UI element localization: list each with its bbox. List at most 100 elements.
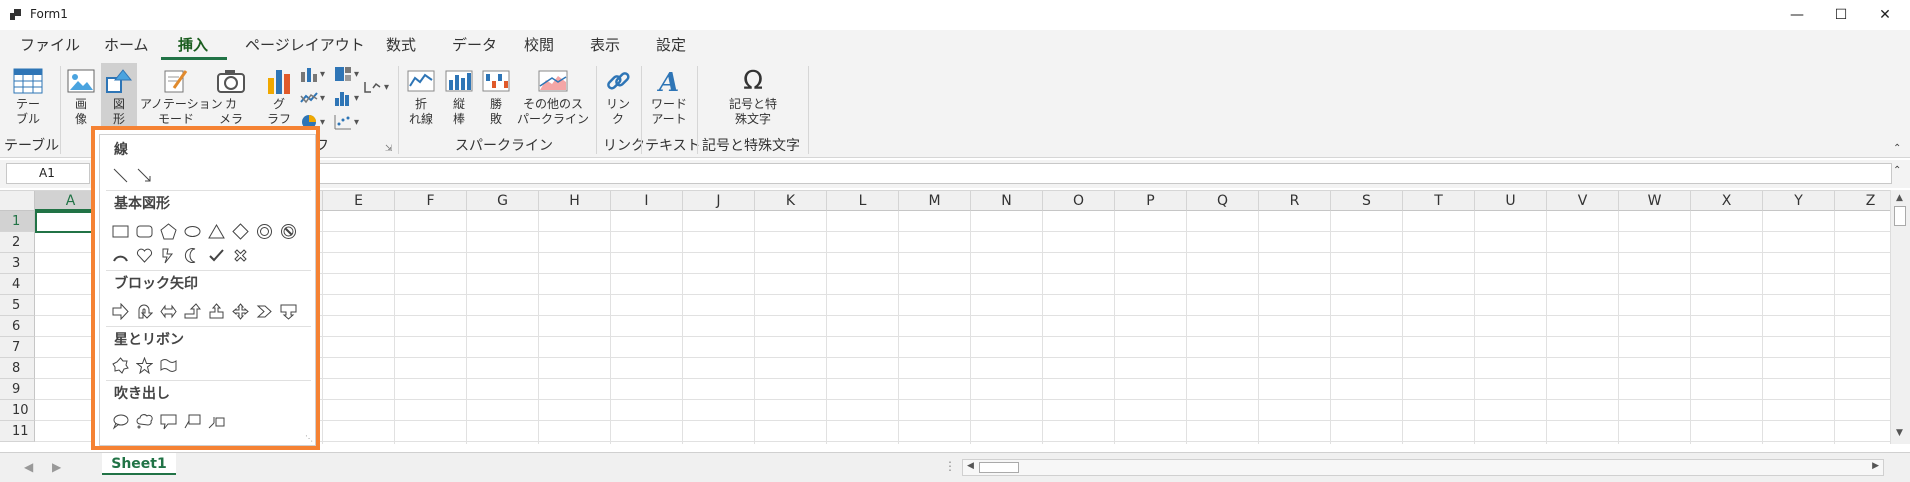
arrow-line-shape-icon[interactable] xyxy=(136,167,153,184)
row-header-8[interactable]: 8 xyxy=(0,358,35,379)
symbol-button[interactable]: Ω 記号と特 殊文字 xyxy=(724,68,782,127)
cloud-callout-shape-icon[interactable] xyxy=(136,413,153,430)
tab-formulas[interactable]: 数式 xyxy=(386,34,416,58)
formula-input[interactable] xyxy=(96,163,1892,184)
quad-arrow-shape-icon[interactable] xyxy=(232,303,249,320)
column-header-f[interactable]: F xyxy=(395,191,467,211)
column-header-g[interactable]: G xyxy=(467,191,539,211)
minimize-button[interactable]: — xyxy=(1774,0,1820,30)
column-chart-dropdown[interactable]: ▾ xyxy=(300,66,325,82)
tab-home[interactable]: ホーム xyxy=(104,34,149,58)
sparkline-line-button[interactable]: 折 れ線 xyxy=(404,68,438,127)
rounded-rectangle-shape-icon[interactable] xyxy=(136,223,153,240)
row-header-7[interactable]: 7 xyxy=(0,337,35,358)
rectangle-callout-shape-icon[interactable] xyxy=(160,413,177,430)
wave-shape-icon[interactable] xyxy=(160,357,177,374)
column-header-n[interactable]: N xyxy=(971,191,1043,211)
scroll-right-icon[interactable]: ▶ xyxy=(1872,461,1879,471)
scroll-down-icon[interactable]: ▼ xyxy=(1896,428,1903,438)
no-symbol-shape-icon[interactable] xyxy=(280,223,297,240)
vertical-scrollbar[interactable]: ▲ ▼ xyxy=(1890,190,1910,444)
row-header-4[interactable]: 4 xyxy=(0,274,35,295)
bent-up-arrow-shape-icon[interactable] xyxy=(184,303,201,320)
column-header-j[interactable]: J xyxy=(683,191,755,211)
select-all-corner[interactable] xyxy=(0,191,35,211)
camera-button[interactable]: カ メラ xyxy=(214,68,248,127)
sparkline-winloss-button[interactable]: 勝 敗 xyxy=(480,68,512,127)
sparkline-column-button[interactable]: 縦 棒 xyxy=(443,68,475,127)
close-button[interactable]: ✕ xyxy=(1862,0,1908,30)
expand-formula-icon[interactable]: ⌃ xyxy=(1893,165,1901,176)
star-shape-icon[interactable] xyxy=(136,357,153,374)
column-header-z[interactable]: Z xyxy=(1835,191,1890,211)
annotation-button[interactable]: アノテーション モード xyxy=(140,68,223,127)
line-chart-dropdown[interactable]: ▾ xyxy=(300,90,325,106)
name-box[interactable]: A1 xyxy=(6,163,90,184)
row-header-3[interactable]: 3 xyxy=(0,253,35,274)
chevron-shape-icon[interactable] xyxy=(256,303,273,320)
bent-line-callout-shape-icon[interactable] xyxy=(208,413,225,430)
scatter-chart-dropdown[interactable]: ▾ xyxy=(334,114,359,130)
column-header-o[interactable]: O xyxy=(1043,191,1115,211)
column-header-h[interactable]: H xyxy=(539,191,611,211)
ellipse-shape-icon[interactable] xyxy=(184,223,201,240)
seal-shape-icon[interactable] xyxy=(112,357,129,374)
sparkline-other-button[interactable]: その他のス パークライン xyxy=(517,68,589,127)
sheet-tab-sheet1[interactable]: Sheet1 xyxy=(102,453,176,475)
column-header-u[interactable]: U xyxy=(1475,191,1547,211)
wordart-button[interactable]: A ワード アート xyxy=(646,68,692,127)
column-header-l[interactable]: L xyxy=(827,191,899,211)
graph-dialog-launcher[interactable]: ⇲ xyxy=(385,144,393,154)
column-header-q[interactable]: Q xyxy=(1187,191,1259,211)
left-right-arrow-shape-icon[interactable] xyxy=(160,303,177,320)
moon-shape-icon[interactable] xyxy=(184,247,201,264)
link-button[interactable]: リン ク xyxy=(601,68,635,127)
column-header-w[interactable]: W xyxy=(1619,191,1691,211)
tab-splitter-handle[interactable]: ⋮ xyxy=(944,459,956,473)
row-header-5[interactable]: 5 xyxy=(0,295,35,316)
hierarchy-chart-dropdown[interactable]: ▾ xyxy=(334,66,359,82)
column-header-r[interactable]: R xyxy=(1259,191,1331,211)
up-arrow-callout-shape-icon[interactable] xyxy=(208,303,225,320)
cross-shape-icon[interactable] xyxy=(232,247,249,264)
column-header-e[interactable]: E xyxy=(323,191,395,211)
rectangle-shape-icon[interactable] xyxy=(112,223,129,240)
next-sheet-icon[interactable]: ▶ xyxy=(52,460,61,474)
tab-data[interactable]: データ xyxy=(452,34,497,58)
graph-button[interactable]: グ ラフ xyxy=(264,68,294,127)
combo-chart-dropdown[interactable]: ▾ xyxy=(364,78,389,96)
line-callout-shape-icon[interactable] xyxy=(184,413,201,430)
row-header-2[interactable]: 2 xyxy=(0,232,35,253)
arc-shape-icon[interactable] xyxy=(112,247,129,264)
horizontal-scrollbar[interactable]: ◀ ▶ xyxy=(962,459,1884,476)
resize-grip-icon[interactable]: ⋱ xyxy=(305,434,313,443)
u-turn-arrow-shape-icon[interactable] xyxy=(136,303,153,320)
column-header-t[interactable]: T xyxy=(1403,191,1475,211)
scroll-left-icon[interactable]: ◀ xyxy=(967,461,974,471)
maximize-button[interactable]: ☐ xyxy=(1818,0,1864,30)
row-header-1[interactable]: 1 xyxy=(0,211,35,232)
right-arrow-shape-icon[interactable] xyxy=(112,303,129,320)
row-header-10[interactable]: 10 xyxy=(0,400,35,421)
tab-insert[interactable]: 挿入 xyxy=(178,34,208,58)
check-shape-icon[interactable] xyxy=(208,247,225,264)
column-header-y[interactable]: Y xyxy=(1763,191,1835,211)
oval-callout-shape-icon[interactable] xyxy=(112,413,129,430)
scroll-up-icon[interactable]: ▲ xyxy=(1896,193,1903,203)
row-header-6[interactable]: 6 xyxy=(0,316,35,337)
tab-review[interactable]: 校閲 xyxy=(524,34,554,58)
collapse-ribbon-icon[interactable]: ⌃ xyxy=(1893,143,1901,154)
row-header-9[interactable]: 9 xyxy=(0,379,35,400)
image-button[interactable]: 画 像 xyxy=(64,68,98,127)
tab-file[interactable]: ファイル xyxy=(20,34,80,58)
row-header-11[interactable]: 11 xyxy=(0,421,35,442)
pentagon-shape-icon[interactable] xyxy=(160,223,177,240)
column-header-v[interactable]: V xyxy=(1547,191,1619,211)
stat-chart-dropdown[interactable]: ▾ xyxy=(334,90,359,106)
down-arrow-callout-shape-icon[interactable] xyxy=(280,303,297,320)
tab-view[interactable]: 表示 xyxy=(590,34,620,58)
triangle-shape-icon[interactable] xyxy=(208,223,225,240)
lightning-shape-icon[interactable] xyxy=(160,247,177,264)
column-header-i[interactable]: I xyxy=(611,191,683,211)
tab-settings[interactable]: 設定 xyxy=(656,34,686,58)
